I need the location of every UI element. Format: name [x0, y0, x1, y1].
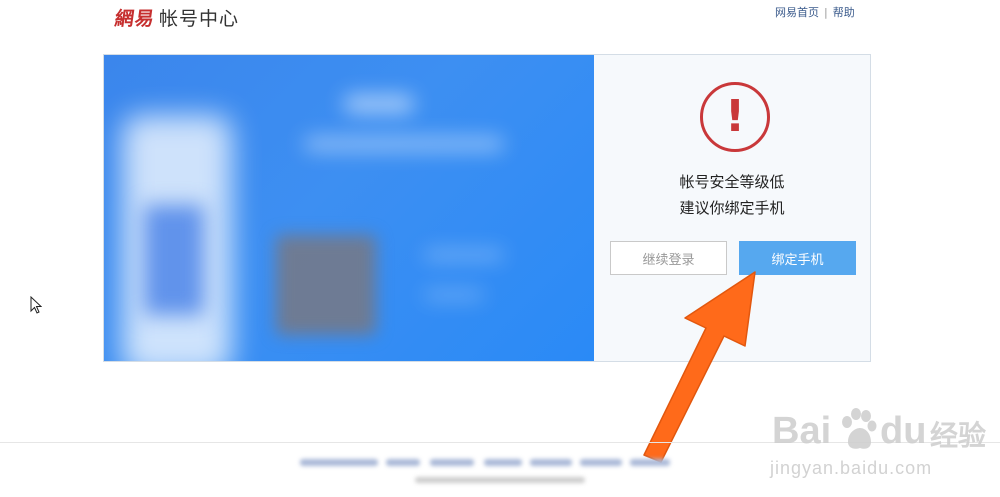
- security-level-message: 帐号安全等级低: [679, 173, 785, 191]
- watermark-brand-cn: 经验: [930, 419, 987, 452]
- footer-link-blurred[interactable]: [580, 459, 622, 466]
- footer-link-blurred[interactable]: [484, 459, 522, 466]
- blurred-text: [424, 290, 484, 300]
- exclamation-circle-icon: !: [700, 82, 770, 152]
- security-prompt-panel: ! 帐号安全等级低 建议你绑定手机 继续登录 绑定手机: [594, 55, 870, 361]
- logo-title: 帐号中心: [159, 8, 240, 30]
- watermark-brand-right: du: [880, 410, 927, 452]
- baidu-jingyan-watermark: Bai du 经验 jingyan.baidu.com: [760, 408, 1000, 490]
- bind-phone-button[interactable]: 绑定手机: [739, 241, 856, 275]
- top-links: 网易首页 | 帮助: [775, 4, 855, 20]
- baidu-paw-icon: [842, 408, 877, 449]
- footer-link-blurred[interactable]: [300, 459, 378, 466]
- continue-login-button[interactable]: 继续登录: [610, 241, 727, 275]
- logo-brand: 網易: [113, 8, 157, 30]
- help-link[interactable]: 帮助: [833, 4, 855, 20]
- bind-phone-suggestion: 建议你绑定手机: [679, 199, 785, 217]
- blurred-text: [344, 95, 414, 113]
- security-card: ! 帐号安全等级低 建议你绑定手机 继续登录 绑定手机: [103, 54, 871, 362]
- footer-link-blurred[interactable]: [386, 459, 420, 466]
- footer-copyright-blurred: [415, 477, 585, 483]
- blurred-text: [424, 250, 504, 260]
- footer-link-blurred[interactable]: [430, 459, 474, 466]
- home-link[interactable]: 网易首页: [775, 4, 819, 20]
- blurred-qr-code: [276, 235, 376, 335]
- mouse-cursor-icon: [30, 296, 42, 314]
- footer-link-blurred[interactable]: [630, 459, 670, 466]
- blurred-banner: [104, 55, 594, 361]
- page: 網易 帐号中心 网易首页 | 帮助 ! 帐号安全等级低 建议你绑定手机 继续登录…: [0, 0, 1000, 497]
- footer-link-blurred[interactable]: [530, 459, 572, 466]
- watermark-url: jingyan.baidu.com: [770, 458, 933, 478]
- link-separator: |: [824, 5, 828, 19]
- watermark-brand-left: Bai: [772, 410, 832, 452]
- logo[interactable]: 網易 帐号中心: [113, 4, 240, 31]
- blurred-text: [304, 137, 504, 151]
- blurred-phone-screen: [144, 205, 204, 315]
